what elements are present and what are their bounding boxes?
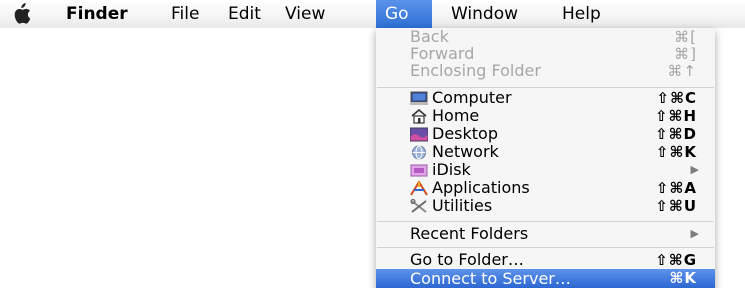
menu-item-label: Recent Folders: [410, 224, 529, 243]
go-menu-dropdown: Back ⌘[ Forward ⌘] Enclosing Folder ⌘↑ C…: [376, 28, 715, 288]
menu-item-label: Utilities: [432, 196, 493, 215]
shortcut-label: ⇧⌘U: [655, 197, 697, 215]
shortcut-label: ⇧⌘C: [656, 89, 697, 107]
menu-item-go-to-folder[interactable]: Go to Folder… ⇧⌘G: [376, 250, 715, 270]
menu-item-home[interactable]: Home ⇧⌘H: [376, 107, 715, 125]
apple-logo-icon: [14, 3, 31, 24]
shortcut-label: ⇧⌘G: [655, 251, 697, 269]
shortcut-label: ⌘↑: [667, 62, 697, 80]
applications-icon: [410, 180, 428, 196]
menu-separator: [377, 221, 714, 222]
shortcut-label: ⌘K: [669, 269, 697, 287]
menu-item-label: Connect to Server…: [410, 269, 571, 288]
menu-item-applications[interactable]: Applications ⇧⌘A: [376, 179, 715, 197]
submenu-arrow-icon: ▶: [690, 163, 699, 176]
menu-go[interactable]: Go: [376, 0, 432, 28]
network-icon: [410, 145, 428, 160]
menu-item-computer[interactable]: Computer ⇧⌘C: [376, 89, 715, 107]
menu-view[interactable]: View: [276, 0, 334, 28]
utilities-icon: [410, 198, 428, 214]
shortcut-label: ⇧⌘D: [655, 125, 697, 143]
menu-help[interactable]: Help: [553, 0, 610, 28]
menu-edit[interactable]: Edit: [219, 0, 270, 28]
menu-item-recent-folders[interactable]: Recent Folders ▶: [376, 225, 715, 243]
menu-item-label: Home: [432, 106, 480, 125]
menu-item-network[interactable]: Network ⇧⌘K: [376, 143, 715, 161]
menu-item-label: iDisk: [432, 160, 471, 179]
menu-item-enclosing-folder[interactable]: Enclosing Folder ⌘↑: [376, 61, 715, 81]
menu-finder[interactable]: Finder: [57, 0, 137, 28]
shortcut-label: ⌘]: [674, 45, 697, 63]
menu-item-label: Network: [432, 142, 499, 161]
apple-menu-icon[interactable]: [7, 3, 35, 25]
menu-item-desktop[interactable]: Desktop ⇧⌘D: [376, 125, 715, 143]
shortcut-label: ⇧⌘K: [655, 143, 697, 161]
idisk-icon: [410, 163, 428, 178]
desktop-icon: [409, 127, 429, 142]
menu-item-label: Computer: [432, 88, 512, 107]
screen: Finder File Edit View Go Window Help Bac…: [0, 0, 745, 288]
shortcut-label: ⌘[: [674, 28, 697, 46]
menu-item-utilities[interactable]: Utilities ⇧⌘U: [376, 197, 715, 215]
menu-item-connect-to-server[interactable]: Connect to Server… ⌘K: [376, 269, 715, 288]
menu-item-label: Desktop: [432, 124, 498, 143]
shortcut-label: ⇧⌘H: [654, 107, 697, 125]
computer-icon: [410, 91, 428, 106]
menu-item-label: Enclosing Folder: [410, 61, 541, 80]
menu-item-label: Go to Folder…: [410, 250, 524, 269]
shortcut-label: ⇧⌘A: [655, 179, 697, 197]
menu-item-label: Applications: [432, 178, 530, 197]
home-icon: [410, 108, 428, 124]
menu-separator: [377, 247, 714, 248]
submenu-arrow-icon: ▶: [690, 227, 699, 240]
menu-window[interactable]: Window: [442, 0, 527, 28]
menu-item-idisk[interactable]: iDisk ▶: [376, 161, 715, 179]
menu-bar: Finder File Edit View Go Window Help: [0, 0, 745, 28]
menu-file[interactable]: File: [162, 0, 208, 28]
menu-separator: [377, 87, 714, 88]
